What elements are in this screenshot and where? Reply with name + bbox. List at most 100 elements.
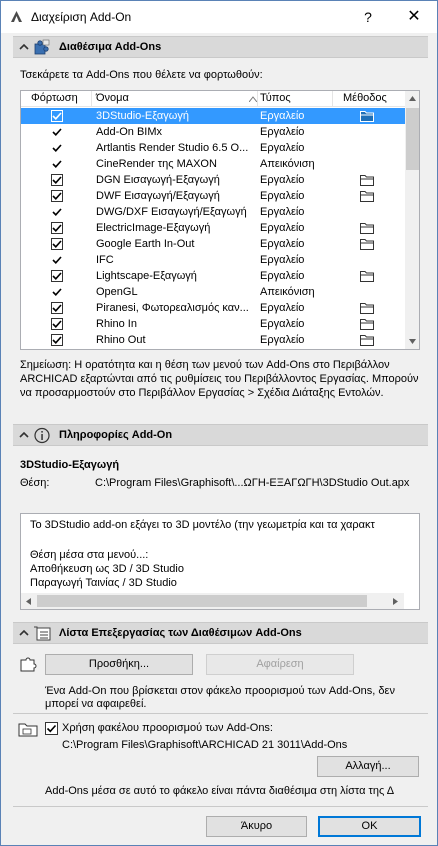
selected-addon-name: 3DStudio-Εξαγωγή — [20, 459, 120, 471]
add-note-line1: Ένα Add-On που βρίσκεται στον φάκελο προ… — [45, 685, 395, 697]
addon-name: OpenGL — [96, 286, 138, 298]
add-note-line2: μπορεί να αφαιρεθεί. — [45, 698, 147, 710]
load-checkbox-icon[interactable] — [51, 110, 63, 122]
addon-name: Google Earth In-Out — [96, 238, 195, 250]
addon-name: CineRender της MAXON — [96, 158, 217, 170]
column-type[interactable]: Τύπος — [260, 92, 291, 104]
load-checkbox-icon[interactable] — [51, 174, 63, 186]
change-folder-button[interactable]: Αλλαγή... — [317, 756, 419, 777]
addon-row[interactable]: DGN Εισαγωγή-Εξαγωγή Εργαλείο — [21, 172, 405, 188]
addon-row[interactable]: CineRender της MAXON Απεικόνιση — [21, 156, 405, 172]
load-check-icon[interactable] — [51, 206, 63, 218]
scrollbar-thumb[interactable] — [37, 595, 367, 607]
load-checkbox-icon[interactable] — [51, 238, 63, 250]
scrollbar-thumb[interactable] — [406, 108, 419, 170]
available-addons-title: Διαθέσιμα Add-Ons — [59, 41, 162, 53]
cancel-button[interactable]: Άκυρο — [206, 816, 307, 837]
addon-list-header: Φόρτωση Όνομα Τύπος Μέθοδος — [21, 91, 405, 107]
column-load[interactable]: Φόρτωση — [31, 92, 78, 104]
folder-outline-icon — [18, 723, 38, 737]
help-button[interactable]: ? — [355, 4, 381, 30]
scroll-left-arrow-icon[interactable] — [26, 598, 31, 605]
addon-list-scrollbar[interactable] — [405, 91, 419, 349]
folder-method-icon — [360, 271, 374, 282]
load-check-icon[interactable] — [51, 142, 63, 154]
collapse-chevron-icon[interactable] — [18, 627, 30, 639]
addon-name: Rhino In — [96, 318, 137, 330]
load-check-icon[interactable] — [51, 158, 63, 170]
column-method[interactable]: Μέθοδος — [343, 92, 387, 104]
addon-name: Add-On BIMx — [96, 126, 163, 138]
addon-name: 3DStudio-Εξαγωγή — [96, 110, 189, 122]
addon-info-section-header[interactable]: Πληροφορίες Add-On — [13, 424, 428, 446]
addon-list[interactable]: Φόρτωση Όνομα Τύπος Μέθοδος 3DStudio-Εξα… — [20, 90, 420, 350]
addon-row[interactable]: Rhino In Εργαλείο — [21, 316, 405, 332]
addon-row[interactable]: IFC Εργαλείο — [21, 252, 405, 268]
description-line: Το 3DStudio add-on εξάγει το 3D μοντέλο … — [30, 519, 375, 531]
sort-ascending-icon — [249, 96, 257, 102]
description-line: Παραγωγή Ταινίας / 3D Studio — [30, 577, 177, 589]
description-horizontal-scrollbar[interactable] — [21, 593, 404, 609]
load-checkbox-icon[interactable] — [51, 222, 63, 234]
location-value: C:\Program Files\Graphisoft\...ΩΓΗ-ΕΞΑΓΩ… — [95, 477, 410, 489]
load-check-icon[interactable] — [51, 254, 63, 266]
addon-row[interactable]: Artlantis Render Studio 6.5 O... Εργαλείο — [21, 140, 405, 156]
addon-type: Εργαλείο — [260, 238, 305, 250]
scroll-up-arrow-icon[interactable] — [409, 96, 416, 101]
folder-method-icon — [360, 239, 374, 250]
ok-button[interactable]: OK — [318, 816, 421, 837]
folder-note: Add-Ons μέσα σε αυτό το φάκελο είναι πάν… — [45, 785, 395, 797]
folder-method-icon — [360, 191, 374, 202]
load-checkbox-icon[interactable] — [51, 302, 63, 314]
column-name[interactable]: Όνομα — [96, 92, 129, 104]
close-button[interactable]: ✕ — [401, 4, 427, 30]
addon-name: ElectricImage-Εξαγωγή — [96, 222, 211, 234]
addon-row[interactable]: ElectricImage-Εξαγωγή Εργαλείο — [21, 220, 405, 236]
addon-type: Εργαλείο — [260, 270, 305, 282]
available-addons-section-header[interactable]: Διαθέσιμα Add-Ons — [13, 36, 428, 58]
load-check-icon[interactable] — [51, 286, 63, 298]
addon-description-box[interactable]: Το 3DStudio add-on εξάγει το 3D μοντέλο … — [20, 513, 420, 610]
addon-type: Εργαλείο — [260, 302, 305, 314]
addon-row[interactable]: DWF Εισαγωγή/Εξαγωγή Εργαλείο — [21, 188, 405, 204]
addon-type: Εργαλείο — [260, 254, 305, 266]
addon-row[interactable]: DWG/DXF Εισαγωγή/Εξαγωγή Εργαλείο — [21, 204, 405, 220]
load-checkbox-icon[interactable] — [51, 318, 63, 330]
addon-info-title: Πληροφορίες Add-On — [59, 429, 173, 441]
addon-name: Artlantis Render Studio 6.5 O... — [96, 142, 249, 154]
scroll-right-arrow-icon[interactable] — [393, 598, 398, 605]
use-folder-label[interactable]: Χρήση φακέλου προορισμού των Add-Ons: — [62, 722, 273, 734]
addon-row[interactable]: RoofMakerΕργαλείο — [21, 348, 405, 349]
folder-method-icon — [360, 223, 374, 234]
addon-name: IFC — [96, 254, 114, 266]
load-checkbox-icon[interactable] — [51, 270, 63, 282]
addon-row[interactable]: 3DStudio-Εξαγωγή Εργαλείο — [21, 108, 405, 124]
archicad-app-icon — [10, 10, 23, 23]
addon-type: Εργαλείο — [260, 142, 305, 154]
collapse-chevron-icon[interactable] — [18, 429, 30, 441]
edit-list-section-header[interactable]: Λίστα Επεξεργασίας των Διαθέσιμων Add-On… — [13, 622, 428, 644]
collapse-chevron-icon[interactable] — [18, 41, 30, 53]
addon-row[interactable]: OpenGL Απεικόνιση — [21, 284, 405, 300]
load-checkbox-icon[interactable] — [51, 334, 63, 346]
scroll-down-arrow-icon[interactable] — [409, 339, 416, 344]
load-check-icon[interactable] — [51, 126, 63, 138]
use-folder-checkbox[interactable] — [45, 722, 58, 735]
edit-list-title: Λίστα Επεξεργασίας των Διαθέσιμων Add-On… — [59, 627, 302, 639]
folder-method-icon — [360, 111, 374, 122]
info-icon — [34, 427, 50, 444]
addon-puzzle-icon — [34, 39, 50, 55]
addon-row[interactable]: Rhino Out Εργαλείο — [21, 332, 405, 348]
load-checkbox-icon[interactable] — [51, 190, 63, 202]
addon-type: Εργαλείο — [260, 206, 305, 218]
remove-button[interactable]: Αφαίρεση — [206, 654, 354, 675]
addon-row[interactable]: Piranesi, Φωτορεαλισμός καν... Εργαλείο — [21, 300, 405, 316]
addon-row[interactable]: Lightscape-Εξαγωγή Εργαλείο — [21, 268, 405, 284]
add-button[interactable]: Προσθήκη... — [45, 654, 193, 675]
title-bar: Διαχείριση Add-On ? ✕ — [1, 1, 437, 33]
load-instruction: Τσεκάρετε τα Add-Ons που θέλετε να φορτω… — [20, 69, 263, 81]
addon-name: Piranesi, Φωτορεαλισμός καν... — [96, 302, 249, 314]
addon-row[interactable]: Add-On BIMx Εργαλείο — [21, 124, 405, 140]
addon-row[interactable]: Google Earth In-Out Εργαλείο — [21, 236, 405, 252]
addon-name: Lightscape-Εξαγωγή — [96, 270, 197, 282]
